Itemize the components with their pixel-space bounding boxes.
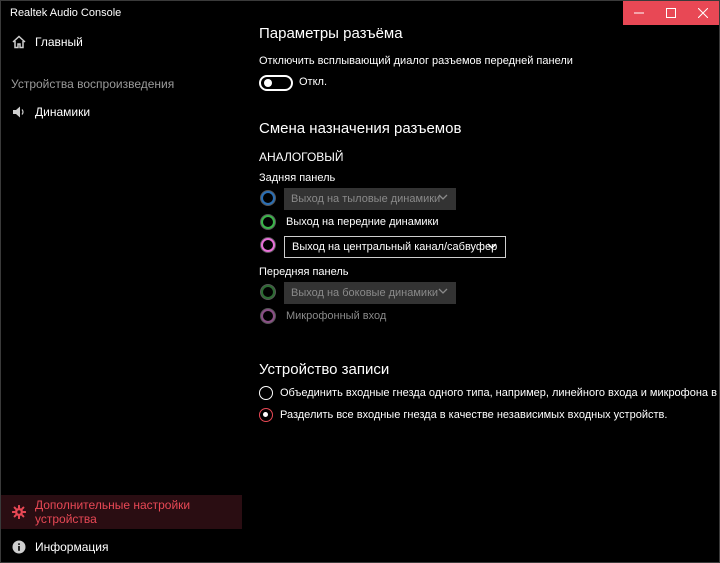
sidebar-item-label: Информация — [35, 540, 109, 554]
toggle-state-label: Откл. — [299, 76, 328, 88]
maximize-button[interactable] — [655, 1, 687, 25]
front-green-dropdown[interactable]: Выход на боковые динамики — [284, 282, 456, 304]
chevron-down-icon — [438, 288, 448, 294]
sidebar-item-information[interactable]: Информация — [1, 530, 242, 562]
dropdown-value: Выход на центральный канал/сабвуфер — [292, 241, 498, 253]
home-icon — [12, 35, 26, 49]
rear-panel-label: Задняя панель — [259, 172, 336, 184]
chevron-down-icon — [438, 194, 448, 200]
disable-popup-label: Отключить всплывающий диалог разъемов пе… — [259, 55, 573, 67]
speaker-icon — [12, 105, 26, 119]
close-button[interactable] — [687, 1, 719, 25]
separate-inputs-label: Разделить все входные гнезда в качестве … — [280, 409, 668, 421]
radio-combine-inputs[interactable] — [259, 386, 273, 400]
front-pink-label: Микрофонный вход — [286, 310, 387, 322]
app-title: Realtek Audio Console — [10, 7, 122, 19]
dropdown-value: Выход на тыловые динамики — [291, 193, 441, 205]
sidebar-item-label: Дополнительные настройки устройства — [35, 498, 191, 526]
info-icon — [12, 540, 26, 554]
sidebar: Главный Устройства воспроизведения Динам… — [1, 25, 242, 562]
radio-separate-inputs[interactable] — [259, 408, 273, 422]
jack-rear-pink — [260, 237, 276, 253]
rear-blue-dropdown[interactable]: Выход на тыловые динамики — [284, 188, 456, 210]
minimize-button[interactable] — [623, 1, 655, 25]
connector-params-title: Параметры разъёма — [259, 25, 403, 42]
analog-label: АНАЛОГОВЫЙ — [259, 150, 344, 164]
jack-rear-green — [260, 214, 276, 230]
rear-green-label: Выход на передние динамики — [286, 216, 439, 228]
jack-rear-blue — [260, 190, 276, 206]
dropdown-value: Выход на боковые динамики — [291, 287, 439, 299]
sidebar-item-speakers[interactable]: Динамики — [1, 95, 242, 129]
front-panel-label: Передняя панель — [259, 266, 349, 278]
minimize-icon — [634, 12, 644, 14]
rear-pink-dropdown[interactable]: Выход на центральный канал/сабвуфер — [284, 236, 506, 258]
app-window: Realtek Audio Console Главный Устройства… — [0, 0, 720, 563]
gear-icon — [12, 505, 26, 519]
chevron-down-icon — [487, 243, 497, 249]
front-panel-popup-toggle[interactable] — [259, 75, 293, 91]
maximize-icon — [666, 8, 676, 18]
window-controls — [623, 1, 719, 25]
close-icon — [698, 8, 708, 18]
sidebar-item-label: Динамики — [35, 105, 91, 119]
jack-front-green — [260, 284, 276, 300]
sidebar-item-label: Главный — [35, 35, 83, 49]
sidebar-item-advanced-settings[interactable]: Дополнительные настройки устройства — [1, 495, 242, 529]
title-bar: Realtek Audio Console — [1, 1, 719, 25]
combine-inputs-label: Объединить входные гнезда одного типа, н… — [280, 387, 720, 399]
sidebar-item-home[interactable]: Главный — [1, 25, 242, 59]
toggle-knob — [264, 79, 272, 87]
section-label-playback: Устройства воспроизведения — [11, 77, 175, 91]
jack-reassign-title: Смена назначения разъемов — [259, 120, 462, 137]
jack-front-pink — [260, 308, 276, 324]
recording-title: Устройство записи — [259, 361, 390, 378]
main-content: Параметры разъёма Отключить всплывающий … — [259, 25, 719, 562]
